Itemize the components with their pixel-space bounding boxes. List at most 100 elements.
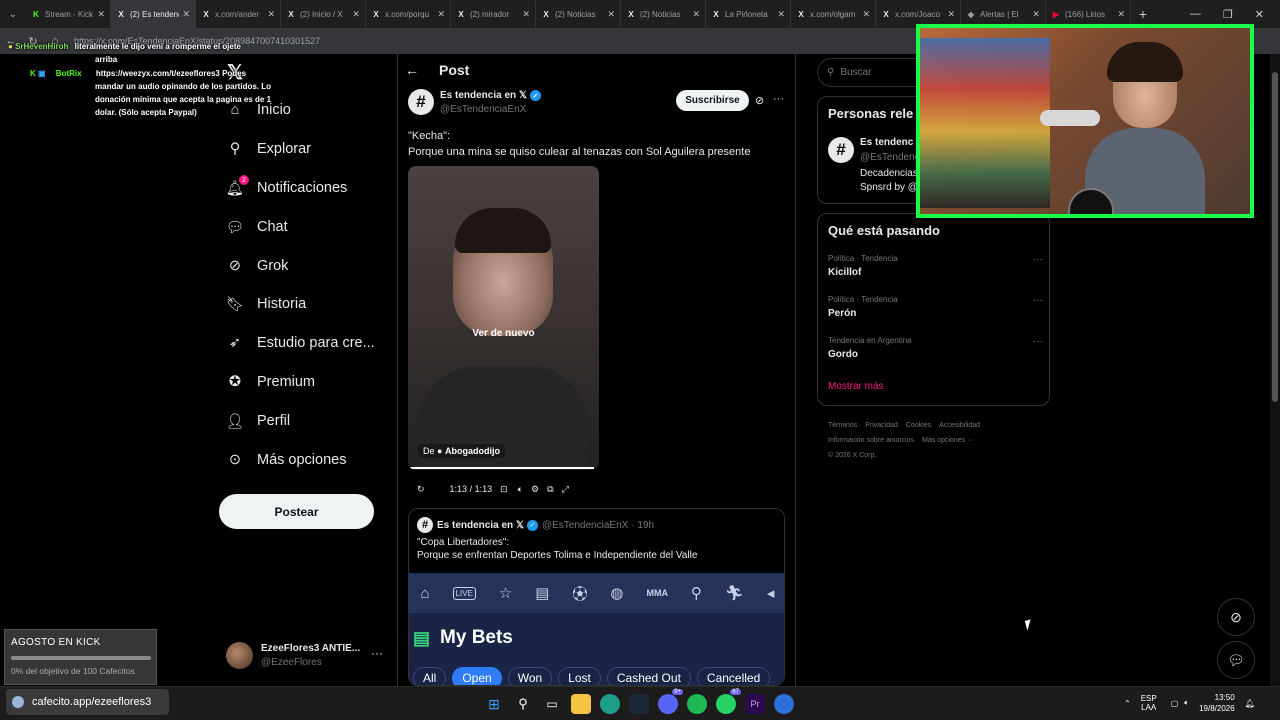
- tray-chevron-icon[interactable]: ⌃: [1124, 699, 1131, 708]
- close-tab-icon[interactable]: ✕: [522, 9, 530, 20]
- maximize-window-icon[interactable]: ❐: [1223, 8, 1233, 21]
- quoted-post[interactable]: # Es tendencia en 𝕏 ✓ @EsTendenciaEnX · …: [408, 508, 785, 686]
- replay-icon[interactable]: ↻: [417, 484, 425, 495]
- sidebar-item-perfil[interactable]: 👤︎ Perfil: [226, 412, 290, 430]
- close-window-icon[interactable]: ✕: [1255, 8, 1264, 21]
- author-handle[interactable]: @EsTendenciaEnX: [440, 104, 526, 115]
- browser-tab[interactable]: K Stream - Kick ✕: [26, 0, 111, 28]
- browser-tab[interactable]: X (2) Noticias ✕: [536, 0, 621, 28]
- close-tab-icon[interactable]: ✕: [352, 9, 360, 20]
- close-tab-icon[interactable]: ✕: [1032, 9, 1040, 20]
- sidebar-item-grok[interactable]: ⊘ Grok: [226, 257, 289, 275]
- sidebar-item-más-opciones[interactable]: ⊙ Más opciones: [226, 451, 347, 469]
- fullscreen-icon[interactable]: ⤢: [562, 484, 569, 495]
- close-tab-icon[interactable]: ✕: [97, 9, 105, 20]
- minimize-window-icon[interactable]: —: [1190, 8, 1201, 21]
- browser-tab[interactable]: X (2) Noticias ✕: [621, 0, 706, 28]
- person-avatar[interactable]: #: [828, 137, 854, 163]
- video-credit[interactable]: De ● Abogadodijo: [418, 444, 505, 458]
- file-explorer-icon[interactable]: [571, 694, 591, 714]
- close-tab-icon[interactable]: ✕: [947, 9, 955, 20]
- footer-link[interactable]: © 2026 X Corp.: [828, 452, 876, 459]
- network-icon[interactable]: ▢: [1171, 699, 1179, 708]
- footer-link[interactable]: Términos: [828, 422, 857, 429]
- trend-more-icon[interactable]: ···: [1033, 254, 1043, 265]
- browser-tab[interactable]: X (2) mirador ✕: [451, 0, 536, 28]
- discord-icon[interactable]: 9+: [658, 689, 683, 714]
- trend-item[interactable]: Tendencia en Argentina Gordo ···: [828, 336, 1043, 360]
- show-more-link[interactable]: Mostrar más: [828, 381, 884, 392]
- sidebar-item-explorar[interactable]: ⚲ Explorar: [226, 140, 311, 158]
- volume-icon[interactable]: 🔈︎: [1184, 698, 1189, 708]
- more-dots-icon[interactable]: ···: [371, 646, 383, 660]
- clock[interactable]: 13:50 19/8/2026: [1199, 692, 1235, 714]
- close-tab-icon[interactable]: ✕: [437, 9, 445, 20]
- trend-item[interactable]: Política · Tendencia Perón ···: [828, 295, 1043, 319]
- steam-icon[interactable]: [629, 694, 649, 714]
- browser-tab[interactable]: X La Pirloneta ✕: [706, 0, 791, 28]
- close-tab-icon[interactable]: ✕: [692, 9, 700, 20]
- volume-icon[interactable]: 🔈︎: [518, 484, 523, 495]
- grok-float-button[interactable]: ⊘: [1217, 598, 1255, 636]
- close-tab-icon[interactable]: ✕: [607, 9, 615, 20]
- trend-more-icon[interactable]: ···: [1033, 295, 1043, 306]
- notifications-icon[interactable]: 🔔︎: [1245, 699, 1255, 708]
- footer-link[interactable]: Información sobre anuncios: [828, 437, 914, 444]
- browser-tab[interactable]: X (2) Es tendencia✕: [111, 0, 196, 28]
- footer-link[interactable]: Accesibilidad: [939, 422, 980, 429]
- close-tab-icon[interactable]: ✕: [182, 9, 190, 20]
- page-scrollbar[interactable]: [1270, 54, 1280, 686]
- my-bets-text: My Bets: [440, 627, 513, 648]
- close-tab-icon[interactable]: ✕: [777, 9, 785, 20]
- streamer-hair: [1107, 42, 1183, 82]
- language-indicator[interactable]: ESP LAA: [1141, 694, 1157, 712]
- task-view-icon[interactable]: ▭: [542, 694, 562, 714]
- post-button[interactable]: Postear: [219, 494, 374, 529]
- scrollbar-thumb[interactable]: [1272, 72, 1278, 402]
- settings-icon[interactable]: ⚙: [531, 484, 539, 495]
- footer-link[interactable]: Privacidad: [865, 422, 898, 429]
- webcam-shelf: [920, 38, 1050, 208]
- quoted-text: "Copa Libertadores": Porque se enfrentan…: [417, 536, 697, 562]
- browser-tab[interactable]: Xx.com/olgam ✕: [791, 0, 876, 28]
- person-name[interactable]: Es tendenc: [860, 137, 913, 148]
- back-arrow-icon[interactable]: ←: [405, 62, 419, 78]
- video-progress-bar[interactable]: [408, 467, 594, 469]
- messages-float-button[interactable]: 💬︎: [1217, 641, 1255, 679]
- footer-link[interactable]: Cookies: [906, 422, 931, 429]
- footer-link[interactable]: Más opciones ···: [922, 437, 974, 444]
- close-tab-icon[interactable]: ✕: [267, 9, 275, 20]
- close-tab-icon[interactable]: ✕: [862, 9, 870, 20]
- grok-explain-icon[interactable]: ⊘: [755, 94, 764, 107]
- tab-search-chevron-icon[interactable]: ⌄: [0, 0, 26, 28]
- close-tab-icon[interactable]: ✕: [1117, 9, 1125, 20]
- pip-icon[interactable]: ⧉: [547, 484, 553, 495]
- trend-item[interactable]: Política · Tendencia Kicillof ···: [828, 254, 1043, 278]
- subscribe-button[interactable]: Suscribirse: [676, 90, 749, 111]
- sidebar-item-premium[interactable]: ✪ Premium: [226, 373, 315, 391]
- sidebar-item-chat[interactable]: 💬︎ Chat: [226, 218, 288, 236]
- author-avatar[interactable]: #: [408, 89, 434, 115]
- new-tab-button[interactable]: +: [1131, 6, 1155, 22]
- quoted-time: · 19h: [631, 519, 655, 531]
- windows-start-icon[interactable]: ⊞: [484, 694, 504, 714]
- author-name[interactable]: Es tendencia en 𝕏 ✓: [440, 90, 541, 101]
- sidebar-item-estudio-para-cre[interactable]: ➶ Estudio para cre...: [226, 334, 375, 352]
- video-player[interactable]: Ver de nuevo De ● Abogadodijo: [408, 166, 599, 470]
- browser-tab[interactable]: Xx.com/ander ✕: [196, 0, 281, 28]
- spotify-icon[interactable]: [687, 694, 707, 714]
- trend-more-icon[interactable]: ···: [1033, 336, 1043, 347]
- post-more-icon[interactable]: ···: [773, 93, 784, 105]
- edge-icon[interactable]: [600, 694, 620, 714]
- search-icon[interactable]: ⚲: [513, 694, 533, 714]
- sidebar-item-historia[interactable]: 🔖︎ Historia: [226, 295, 306, 313]
- account-switcher[interactable]: EzeeFlores3 ANTIE... @EzeeFlores ···: [226, 640, 386, 672]
- browser-tab[interactable]: Xx.com/porqu ✕: [366, 0, 451, 28]
- premiere-icon[interactable]: Pr: [745, 694, 765, 714]
- browser-tab[interactable]: X (2) Inicio / X ✕: [281, 0, 366, 28]
- sidebar-item-notificaciones[interactable]: 🔔︎ 2 Notificaciones: [226, 175, 347, 197]
- replay-button[interactable]: Ver de nuevo: [408, 328, 599, 339]
- whatsapp-icon[interactable]: 67: [716, 689, 741, 714]
- app-icon[interactable]: [774, 694, 794, 714]
- captions-icon[interactable]: ⊡: [500, 484, 508, 495]
